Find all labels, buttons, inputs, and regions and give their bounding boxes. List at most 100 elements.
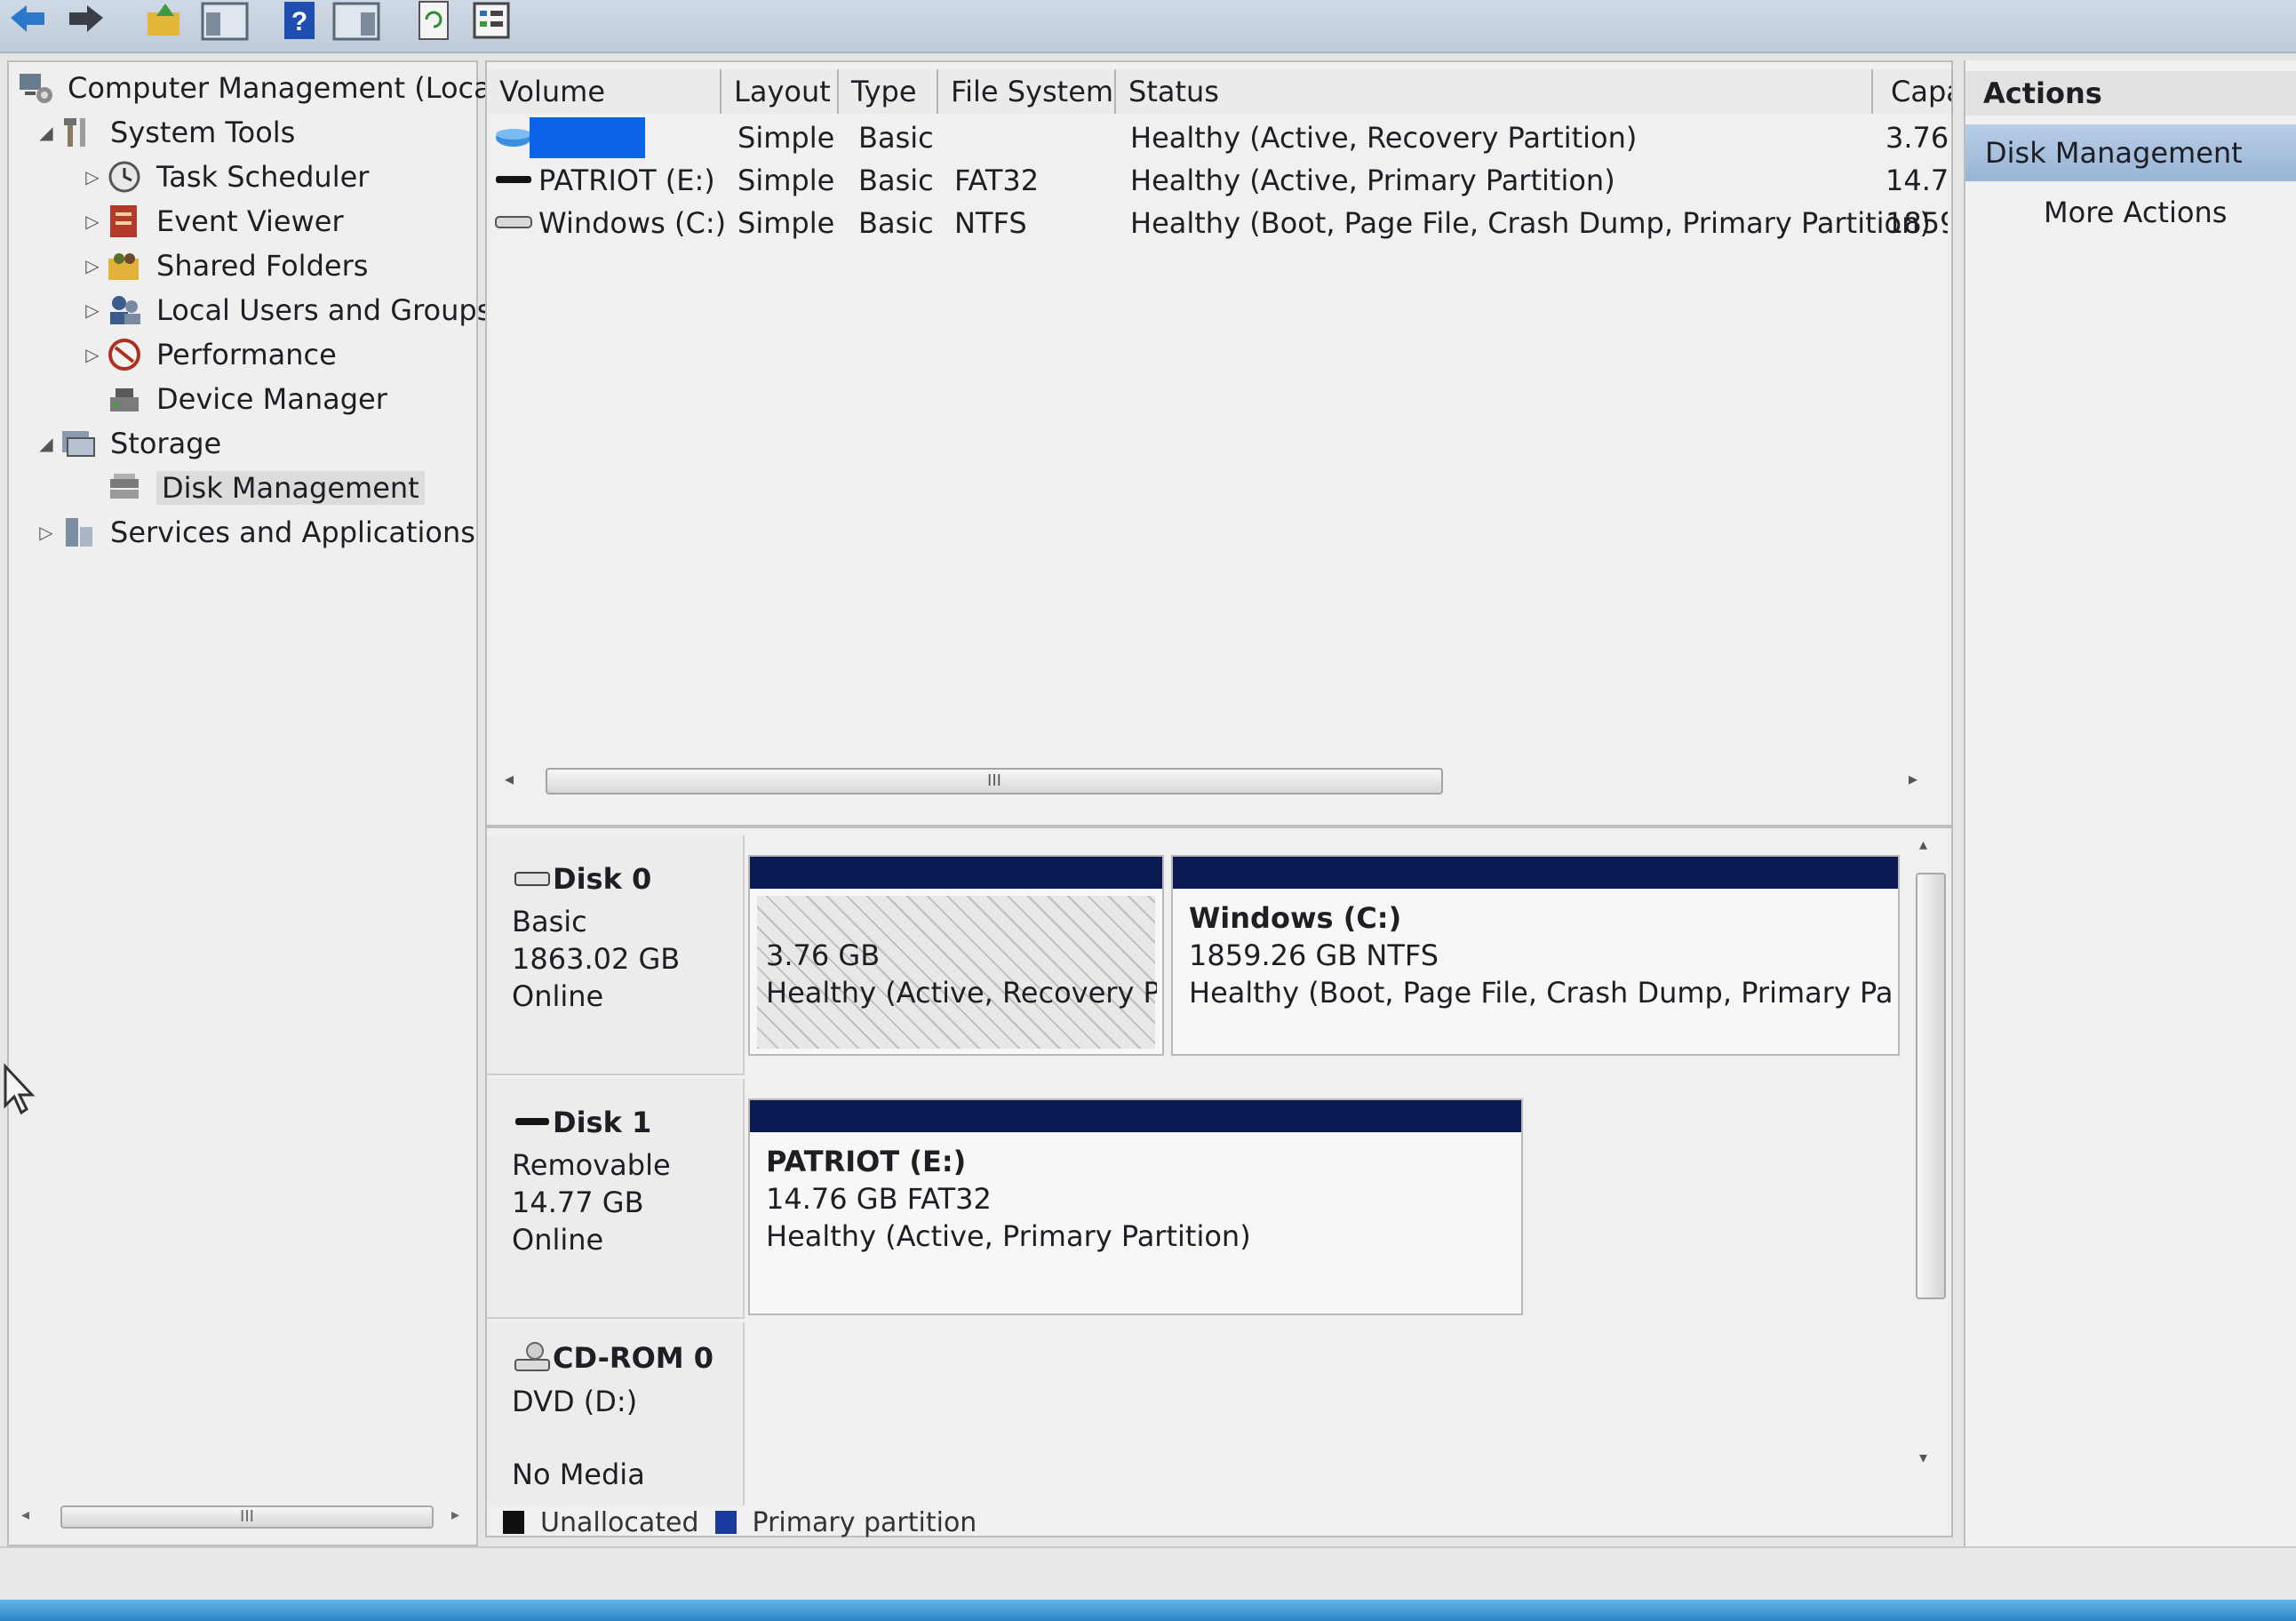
up-folder-icon[interactable]: [144, 0, 185, 41]
show-hide-tree-icon[interactable]: [201, 0, 249, 41]
column-header-volume[interactable]: Volume: [487, 69, 721, 114]
tree-item-storage[interactable]: ◢ Storage: [34, 423, 221, 464]
tree-label-shared-folders: Shared Folders: [156, 249, 369, 283]
back-icon[interactable]: [7, 0, 48, 41]
refresh-icon[interactable]: [414, 0, 455, 41]
collapsed-arrow-icon[interactable]: ▷: [80, 211, 105, 232]
tree-item-disk-management[interactable]: Disk Management: [105, 467, 425, 508]
tree-label-storage: Storage: [110, 427, 222, 460]
partition-hatch: [757, 896, 1155, 1049]
properties-icon[interactable]: [471, 0, 512, 41]
disk-1-state: Online: [512, 1223, 604, 1257]
show-hide-action-icon[interactable]: [332, 0, 380, 41]
disk-management-icon: [105, 470, 144, 506]
scroll-right-arrow-icon[interactable]: ▸: [451, 1505, 459, 1524]
volume-type: Basic: [858, 206, 934, 240]
partition-legend: Unallocated Primary partition: [503, 1506, 977, 1538]
collapsed-arrow-icon[interactable]: ▷: [80, 255, 105, 276]
tree-item-task-scheduler[interactable]: ▷ Task Scheduler: [80, 156, 369, 197]
tree-item-performance[interactable]: ▷ Performance: [80, 334, 336, 375]
partition-windows-name: Windows (C:): [1189, 901, 1402, 935]
expanded-arrow-icon[interactable]: ◢: [34, 122, 59, 143]
tree-label-event-viewer: Event Viewer: [156, 204, 344, 238]
column-header-status[interactable]: Status: [1116, 69, 1873, 114]
scroll-up-arrow-icon[interactable]: ▴: [1919, 835, 1927, 854]
tree-item-services-and-applications[interactable]: ▷ Services and Applications: [34, 512, 475, 553]
clock-icon: [105, 159, 144, 195]
collapsed-arrow-icon[interactable]: ▷: [80, 166, 105, 188]
partition-bar: [750, 1100, 1521, 1132]
disk-1-title: Disk 1: [553, 1106, 652, 1139]
navigation-tree: Computer Management (Local ◢ System Tool…: [7, 60, 499, 1546]
disk-1-kind: Removable: [512, 1148, 671, 1182]
partition-recovery[interactable]: 3.76 GB Healthy (Active, Recovery Par: [748, 855, 1164, 1056]
scroll-left-arrow-icon[interactable]: ◂: [505, 768, 514, 789]
volume-type: Basic: [858, 164, 934, 197]
help-icon[interactable]: ?: [281, 0, 322, 41]
mouse-pointer-icon: [2, 1063, 37, 1116]
volume-status: Healthy (Boot, Page File, Crash Dump, Pr…: [1130, 206, 1931, 240]
users-icon: [105, 292, 144, 328]
scroll-left-arrow-icon[interactable]: ◂: [21, 1505, 29, 1524]
tree-scroll-thumb[interactable]: III: [60, 1505, 434, 1529]
forward-icon[interactable]: [66, 0, 107, 41]
actions-disk-management[interactable]: Disk Management: [1965, 124, 2296, 181]
scroll-down-arrow-icon[interactable]: ▾: [1919, 1449, 1927, 1467]
legend-primary-partition: Primary partition: [752, 1506, 977, 1538]
volume-status: Healthy (Active, Primary Partition): [1130, 164, 1615, 197]
unallocated-swatch: [503, 1511, 524, 1534]
collapsed-arrow-icon[interactable]: ▷: [80, 344, 105, 365]
disk-0-kind: Basic: [512, 905, 587, 938]
cdrom-0-kind: DVD (D:): [512, 1385, 638, 1418]
svg-text:?: ?: [291, 7, 307, 36]
disk-1-label[interactable]: Disk 1 Removable 14.77 GB Online: [487, 1079, 745, 1319]
collapsed-arrow-icon[interactable]: ▷: [80, 299, 105, 321]
status-bar: [0, 1546, 2296, 1600]
toolbar: ?: [0, 0, 2296, 53]
hard-disk-icon: [514, 872, 550, 886]
column-header-capacity[interactable]: Capa: [1873, 69, 1953, 114]
disk-0-label[interactable]: Disk 0 Basic 1863.02 GB Online: [487, 835, 745, 1075]
partition-patriot[interactable]: PATRIOT (E:) 14.76 GB FAT32 Healthy (Act…: [748, 1098, 1523, 1315]
tree-item-system-tools[interactable]: ◢ System Tools: [34, 112, 295, 153]
actions-pane: Actions Disk Management More Actions: [1964, 60, 2296, 1546]
column-header-file-system[interactable]: File System: [938, 69, 1116, 114]
taskbar-strip: [0, 1600, 2296, 1621]
partition-windows[interactable]: Windows (C:) 1859.26 GB NTFS Healthy (Bo…: [1171, 855, 1900, 1056]
volume-horizontal-scrollbar[interactable]: ◂ III ▸: [505, 763, 1926, 798]
partition-bar: [1173, 857, 1898, 889]
cdrom-0-state: No Media: [512, 1457, 645, 1491]
tree-horizontal-scrollbar[interactable]: ◂ III ▸: [21, 1502, 466, 1532]
column-header-type[interactable]: Type: [839, 69, 938, 114]
expanded-arrow-icon[interactable]: ◢: [34, 433, 59, 454]
disk-scroll-thumb[interactable]: [1916, 873, 1946, 1299]
tree-item-device-manager[interactable]: Device Manager: [105, 379, 387, 419]
tree-item-local-users-and-groups[interactable]: ▷ Local Users and Groups: [80, 290, 491, 331]
tree-item-event-viewer[interactable]: ▷ Event Viewer: [80, 201, 344, 242]
table-row[interactable]: Windows (C:) Simple Basic NTFS Healthy (…: [487, 203, 1953, 244]
table-row[interactable]: PATRIOT (E:) Simple Basic FAT32 Healthy …: [487, 160, 1953, 201]
scroll-right-arrow-icon[interactable]: ▸: [1909, 768, 1917, 789]
tree-label-task-scheduler: Task Scheduler: [156, 160, 370, 194]
partition-windows-status: Healthy (Boot, Page File, Crash Dump, Pr…: [1189, 976, 1891, 1010]
disk-0-size: 1863.02 GB: [512, 942, 681, 976]
storage-icon: [59, 426, 98, 461]
column-header-layout[interactable]: Layout: [721, 69, 839, 114]
cdrom-0-label[interactable]: CD-ROM 0 DVD (D:) No Media: [487, 1322, 745, 1505]
collapsed-arrow-icon[interactable]: ▷: [34, 522, 59, 543]
computer-management-icon: [16, 70, 55, 106]
tree-label-services-and-applications: Services and Applications: [110, 515, 475, 549]
volume-scroll-thumb[interactable]: III: [546, 768, 1443, 795]
disk-vertical-scrollbar[interactable]: ▴ ▾: [1912, 835, 1948, 1475]
table-row[interactable]: Simple Basic Healthy (Active, Recovery P…: [487, 117, 1953, 158]
volume-layout: Simple: [737, 206, 835, 240]
disk-0-state: Online: [512, 979, 604, 1013]
more-actions-link[interactable]: More Actions: [2044, 190, 2227, 235]
volume-file-system: NTFS: [954, 206, 1027, 240]
legend-unallocated: Unallocated: [540, 1506, 699, 1538]
volume-name: PATRIOT (E:): [538, 164, 715, 197]
volume-layout: Simple: [737, 164, 835, 197]
tree-item-shared-folders[interactable]: ▷ Shared Folders: [80, 245, 368, 286]
hard-drive-icon: [494, 210, 535, 236]
tree-item-computer-management[interactable]: Computer Management (Local: [16, 68, 499, 108]
